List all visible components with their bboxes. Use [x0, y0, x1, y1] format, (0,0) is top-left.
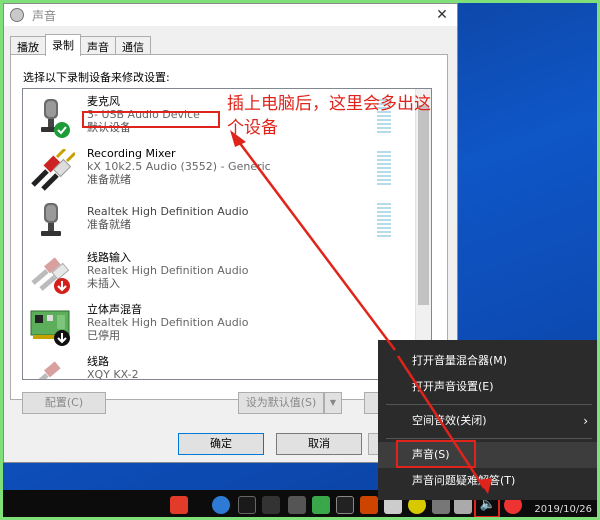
title-bar[interactable]: 声音 [4, 4, 457, 26]
app-tray-icon[interactable] [170, 496, 188, 514]
menu-separator [386, 404, 592, 405]
device-description: Realtek High Definition Audio [87, 264, 249, 277]
menu-item-open-sound-settings[interactable]: 打开声音设置(E) [378, 374, 600, 400]
tab-sounds[interactable]: 声音 [80, 36, 116, 55]
annotation-highlight-box [82, 111, 220, 128]
app-tray-icon[interactable] [238, 496, 256, 514]
device-name: Recording Mixer [87, 147, 176, 160]
volume-context-menu: 打开音量混合器(M) 打开声音设置(E) 空间音效(关闭) › 声音(S) 声音… [378, 340, 600, 500]
tab-communications[interactable]: 通信 [115, 36, 151, 55]
device-name: Realtek High Definition Audio [87, 205, 249, 218]
app-tray-icon[interactable] [288, 496, 306, 514]
line-cable-icon [38, 361, 61, 379]
menu-separator [386, 438, 592, 439]
device-description: Realtek High Definition Audio [87, 316, 249, 329]
app-tray-icon[interactable] [212, 496, 230, 514]
device-status: 准备就绪 [87, 173, 131, 186]
device-name: 线路 [87, 355, 109, 368]
annotation-text: 插上电脑后，这里会多出这个设备 [227, 94, 431, 138]
menu-item-open-volume-mixer[interactable]: 打开音量混合器(M) [378, 348, 600, 374]
device-status: 已停用 [87, 329, 120, 342]
device-item-stereo-mix[interactable]: 立体声混音 Realtek High Definition Audio 已停用 [23, 299, 417, 351]
cancel-button[interactable]: 取消 [276, 433, 362, 455]
clock-date[interactable]: 2019/10/26 [534, 504, 592, 515]
configure-button[interactable]: 配置(C) [22, 392, 106, 414]
sound-card-icon [30, 310, 70, 346]
annotation-highlight-box [396, 440, 476, 468]
device-status: 未插入 [87, 277, 120, 290]
device-item-realtek-microphone[interactable]: Realtek High Definition Audio 准备就绪 [23, 195, 417, 247]
device-name: 线路输入 [87, 251, 131, 264]
tab-strip: 播放 录制 声音 通信 [10, 34, 151, 56]
app-tray-icon[interactable] [360, 496, 378, 514]
microphone-icon [41, 203, 61, 236]
set-default-dropdown-arrow[interactable]: ▼ [324, 392, 342, 414]
speaker-icon [10, 8, 24, 22]
menu-item-troubleshoot-sound[interactable]: 声音问题疑难解答(T) [378, 468, 600, 494]
device-name: 麦克风 [87, 95, 120, 108]
chevron-right-icon: › [583, 414, 588, 428]
level-meter [377, 203, 391, 239]
tab-recording[interactable]: 录制 [45, 34, 81, 56]
instruction-text: 选择以下录制设备来修改设置: [23, 71, 170, 84]
app-tray-icon[interactable] [262, 496, 280, 514]
device-description: kX 10k2.5 Audio (3552) - Generic [87, 160, 271, 173]
device-description: XQY KX-2 [87, 368, 139, 380]
menu-item-spatial-sound[interactable]: 空间音效(关闭) › [378, 408, 600, 434]
app-tray-icon[interactable] [336, 496, 354, 514]
device-status: 准备就绪 [87, 218, 131, 231]
device-name: 立体声混音 [87, 303, 142, 316]
device-item-recording-mixer[interactable]: Recording Mixer kX 10k2.5 Audio (3552) -… [23, 143, 417, 195]
ok-button[interactable]: 确定 [178, 433, 264, 455]
rca-cable-icon [31, 149, 75, 191]
device-item-line[interactable]: 线路 XQY KX-2 [23, 351, 417, 380]
device-item-line-in[interactable]: 线路输入 Realtek High Definition Audio 未插入 [23, 247, 417, 299]
tab-playback[interactable]: 播放 [10, 36, 46, 55]
close-button[interactable]: ✕ [431, 6, 453, 24]
line-in-cable-icon [31, 257, 70, 294]
set-default-button[interactable]: 设为默认值(S) [238, 392, 324, 414]
shield-icon[interactable] [312, 496, 330, 514]
microphone-icon [41, 99, 70, 138]
menu-item-label: 空间音效(关闭) [412, 414, 487, 427]
level-meter [377, 151, 391, 187]
window-title: 声音 [32, 8, 57, 23]
